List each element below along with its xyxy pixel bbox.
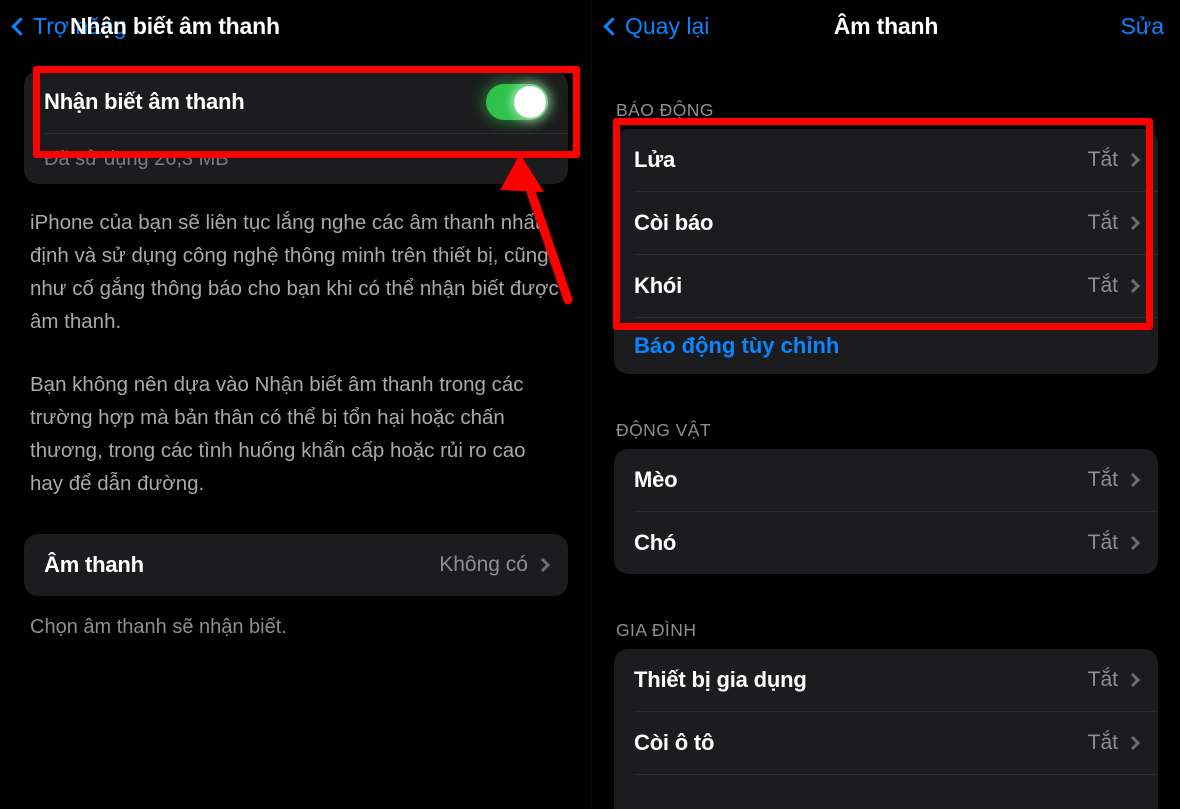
row-value: Tắt (1087, 468, 1118, 491)
chevron-right-icon (1125, 472, 1141, 488)
sounds-row-right: Không có (439, 553, 551, 577)
row-right: Tắt (1087, 211, 1141, 235)
animals-card: Mèo Tắt Chó Tắt (614, 449, 1158, 574)
row-value: Tắt (1087, 211, 1118, 234)
sounds-label: Âm thanh (44, 552, 144, 577)
back-button-label: Trợ năng (33, 12, 127, 39)
chevron-right-icon (1125, 735, 1141, 751)
screenshot-root: Trợ năng Nhận biết âm thanh Nhận biết âm… (0, 0, 1180, 809)
chevron-right-icon (535, 557, 551, 573)
table-row[interactable]: Còi báo Tắt (614, 192, 1158, 254)
sound-recognition-label: Nhận biết âm thanh (44, 89, 245, 114)
row-right: Tắt (1087, 668, 1141, 692)
storage-usage-label: Đã sử dụng 26,3 MB (44, 147, 229, 170)
chevron-right-icon (1125, 535, 1141, 551)
row-label: Còi ô tô (634, 730, 715, 755)
chevron-right-icon (1125, 152, 1141, 168)
row-right: Tắt (1087, 148, 1141, 172)
row-right: Tắt (1087, 274, 1141, 298)
table-row[interactable]: Lửa Tắt (614, 129, 1158, 191)
row-value: Tắt (1087, 531, 1118, 554)
row-label: Lửa (634, 147, 676, 172)
row-label: Thiết bị gia dụng (634, 667, 807, 692)
sounds-list-panel: Quay lại Âm thanh Sửa BÁO ĐỘNG Lửa Tắt C… (592, 0, 1180, 809)
description-paragraph-1: iPhone của bạn sẽ liên tục lắng nghe các… (30, 211, 559, 333)
alarms-card: Lửa Tắt Còi báo Tắt Khói Tắt Báo động tù… (614, 129, 1158, 374)
sound-recognition-toggle-row[interactable]: Nhận biết âm thanh (24, 71, 568, 133)
edit-button[interactable]: Sửa (1120, 13, 1164, 40)
row-value: Tắt (1087, 668, 1118, 691)
back-to-accessibility-button[interactable]: Trợ năng (11, 12, 127, 40)
description-paragraph-2: Bạn không nên dựa vào Nhận biết âm thanh… (30, 373, 526, 495)
row-label: Chó (634, 530, 677, 555)
chevron-left-icon (11, 16, 30, 36)
row-right: Tắt (1087, 731, 1141, 755)
chevron-right-icon (1125, 672, 1141, 688)
sound-recognition-panel: Trợ năng Nhận biết âm thanh Nhận biết âm… (0, 0, 592, 809)
sound-recognition-card: Nhận biết âm thanh Đã sử dụng 26,3 MB (24, 71, 568, 184)
table-row[interactable]: Còi ô tô Tắt (614, 712, 1158, 774)
custom-alarm-row[interactable]: Báo động tùy chỉnh (614, 318, 1158, 374)
section-header-animals: ĐỘNG VẬT (616, 420, 711, 440)
table-row[interactable]: Mèo Tắt (614, 449, 1158, 511)
row-value: Tắt (1087, 274, 1118, 297)
table-row[interactable]: Chó Tắt (614, 512, 1158, 574)
back-button[interactable]: Quay lại (603, 12, 710, 40)
row-value: Tắt (1087, 148, 1118, 171)
row-right: Tắt (1087, 468, 1141, 492)
custom-alarm-label: Báo động tùy chỉnh (634, 333, 840, 358)
chevron-right-icon (1125, 215, 1141, 231)
home-card: Thiết bị gia dụng Tắt Còi ô tô Tắt (614, 649, 1158, 809)
row-label: Khói (634, 273, 683, 298)
chevron-right-icon (1125, 278, 1141, 294)
row-value: Tắt (1087, 731, 1118, 754)
toggle-knob (514, 86, 546, 118)
row-label: Mèo (634, 467, 678, 492)
storage-usage-row: Đã sử dụng 26,3 MB (24, 134, 568, 184)
section-header-alarms: BÁO ĐỘNG (616, 100, 714, 120)
sounds-value: Không có (439, 553, 528, 576)
section-header-home: GIA ĐÌNH (616, 620, 697, 640)
table-row-partial[interactable] (614, 775, 1158, 809)
row-right: Tắt (1087, 531, 1141, 555)
table-row[interactable]: Khói Tắt (614, 255, 1158, 317)
table-row[interactable]: Thiết bị gia dụng Tắt (614, 649, 1158, 711)
chevron-left-icon (603, 16, 622, 36)
sounds-footnote: Chọn âm thanh sẽ nhận biết. (30, 616, 287, 638)
row-label: Còi báo (634, 210, 714, 235)
sound-recognition-toggle[interactable] (486, 84, 548, 120)
left-navbar: Trợ năng Nhận biết âm thanh (0, 0, 592, 52)
right-navbar: Quay lại Âm thanh Sửa (592, 0, 1180, 52)
sounds-card: Âm thanh Không có (24, 534, 568, 596)
sounds-row[interactable]: Âm thanh Không có (24, 534, 568, 596)
back-button-label: Quay lại (625, 12, 710, 39)
